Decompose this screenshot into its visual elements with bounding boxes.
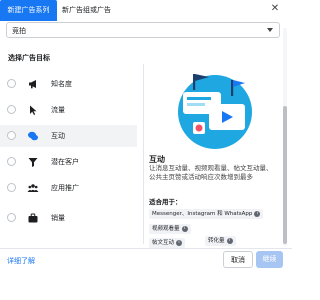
use-case-chip: Messenger、Instagram 和 WhatsApp i bbox=[149, 209, 264, 219]
close-icon[interactable]: ✕ bbox=[269, 3, 281, 15]
radio-button[interactable] bbox=[7, 79, 16, 88]
objective-label: 潜在客户 bbox=[51, 158, 79, 166]
panel-divider bbox=[143, 64, 144, 244]
footer-divider bbox=[0, 248, 292, 249]
radio-button[interactable] bbox=[7, 105, 16, 114]
info-icon[interactable]: i bbox=[226, 237, 233, 244]
objective-label: 流量 bbox=[51, 106, 65, 114]
objective-label: 销量 bbox=[51, 214, 65, 222]
use-case-chip: 帖文互动 i bbox=[149, 238, 186, 248]
continue-button[interactable]: 继续 bbox=[256, 251, 283, 268]
radio-button[interactable] bbox=[7, 213, 16, 222]
briefcase-icon bbox=[28, 213, 38, 223]
use-case-label: Messenger、Instagram 和 WhatsApp bbox=[152, 211, 253, 217]
tab-new-campaign[interactable]: 新建广告系列 bbox=[0, 0, 57, 21]
objective-label: 互动 bbox=[51, 132, 65, 140]
objective-label: 知名度 bbox=[51, 80, 72, 88]
use-case-chip: 视频观看量 i bbox=[149, 224, 191, 234]
megaphone-icon bbox=[29, 80, 36, 89]
objective-label: 应用推广 bbox=[51, 184, 79, 192]
cursor-icon bbox=[30, 105, 37, 115]
use-case-chip: 转化量 i bbox=[205, 236, 236, 246]
scrollbar-thumb[interactable] bbox=[283, 106, 287, 244]
radio-button[interactable] bbox=[7, 183, 16, 192]
people-icon bbox=[27, 184, 39, 192]
radio-button[interactable] bbox=[7, 157, 16, 166]
objective-traffic[interactable]: 流量 bbox=[0, 99, 137, 121]
detail-description: 让消息互动量、视频观看量、帖文互动量、公共主页赞或活动响应次数增到最多 bbox=[149, 164, 273, 181]
chevron-down-icon bbox=[267, 28, 273, 32]
suitable-for-label: 适合用于： bbox=[149, 198, 182, 206]
objective-awareness[interactable]: 知名度 bbox=[0, 73, 137, 95]
engagement-illustration bbox=[178, 74, 252, 149]
tab-new-ad-set-or-ad[interactable]: 新广告组或广告 bbox=[62, 0, 111, 21]
info-icon[interactable]: i bbox=[176, 239, 183, 246]
info-icon[interactable]: i bbox=[254, 210, 261, 217]
radio-button[interactable] bbox=[7, 131, 16, 140]
learn-more-link[interactable]: 详细了解 bbox=[7, 256, 35, 266]
use-case-label: 视频观看量 bbox=[152, 226, 180, 232]
objective-leads[interactable]: 潜在客户 bbox=[0, 151, 137, 173]
objective-engagement[interactable]: 互动 bbox=[0, 125, 137, 147]
chat-bubbles-icon bbox=[28, 131, 38, 141]
objective-sales[interactable]: 销量 bbox=[0, 207, 137, 229]
funnel-icon bbox=[28, 158, 38, 167]
cancel-button[interactable]: 取消 bbox=[223, 251, 253, 268]
info-icon[interactable]: i bbox=[181, 225, 188, 232]
use-case-label: 帖文互动 bbox=[152, 240, 175, 246]
objective-section-title: 选择广告目标 bbox=[8, 54, 50, 62]
use-case-label: 转化量 bbox=[208, 238, 225, 244]
buying-type-dropdown[interactable]: 竞拍 bbox=[6, 22, 280, 38]
objective-app-promotion[interactable]: 应用推广 bbox=[0, 177, 137, 199]
buying-type-value: 竞拍 bbox=[12, 27, 26, 35]
